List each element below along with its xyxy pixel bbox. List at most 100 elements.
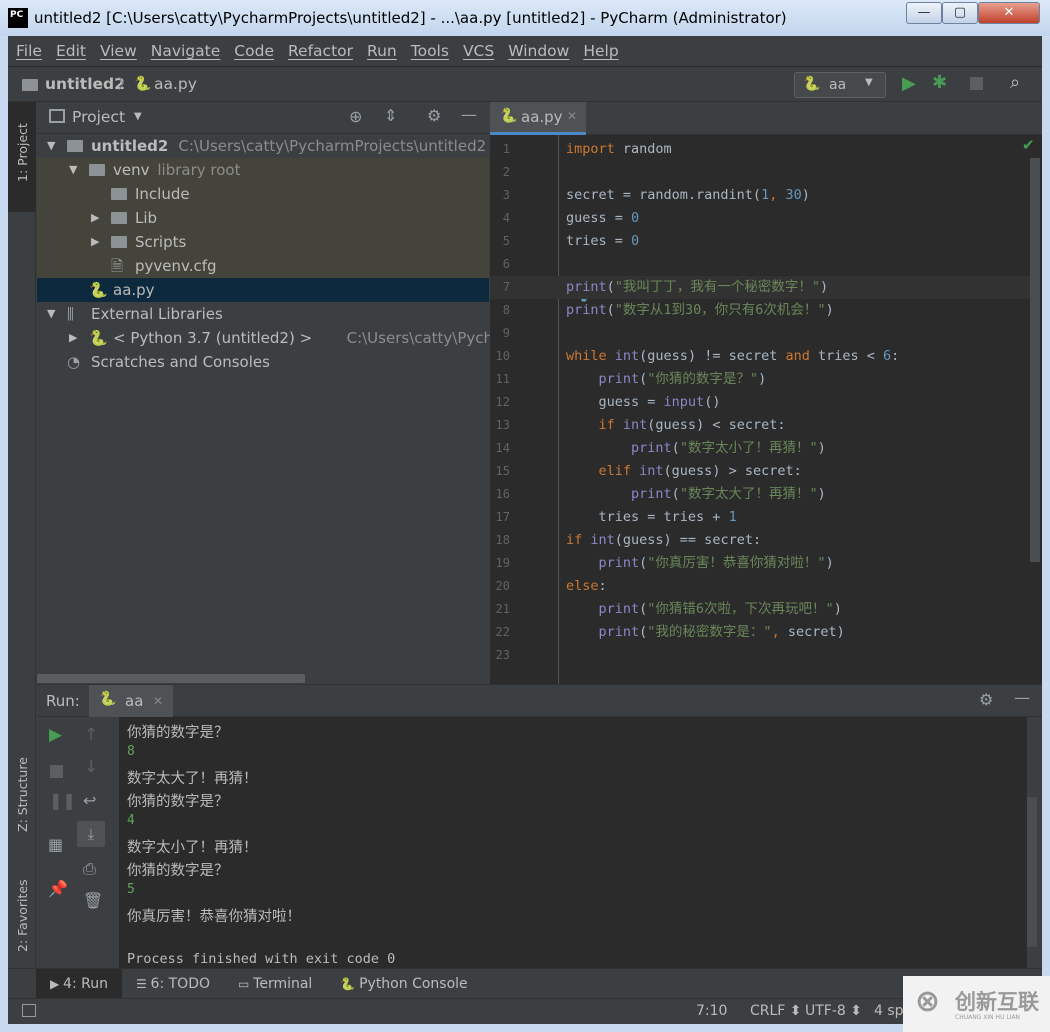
tab-aa-py[interactable]: 🐍 aa.py ✕ <box>490 102 586 135</box>
run-tab-aa[interactable]: 🐍 aa ✕ <box>89 685 173 717</box>
scroll-to-end-icon[interactable]: ⤓ <box>77 821 105 847</box>
minimize-button[interactable]: — <box>906 2 942 24</box>
breadcrumb-project[interactable]: untitled2 <box>45 75 125 93</box>
tree-item[interactable]: 🐍 aa.py <box>37 278 489 302</box>
menu-item-view[interactable]: View <box>100 42 137 60</box>
stop-icon[interactable] <box>970 77 983 90</box>
code-token-plain: ) <box>817 486 826 502</box>
breadcrumb-file[interactable]: aa.py <box>154 75 197 93</box>
structure-tab-label: Z: Structure <box>15 757 30 832</box>
tree-item[interactable]: ▶ Lib <box>37 206 489 230</box>
menu-item-refactor[interactable]: Refactor <box>288 42 353 60</box>
stop-icon[interactable] <box>50 765 63 778</box>
line-number: 23 <box>495 648 510 662</box>
expand-arrow-icon[interactable]: ▶ <box>69 326 77 350</box>
maximize-button[interactable]: ▢ <box>942 2 978 24</box>
gear-icon[interactable]: ⚙ <box>427 106 441 125</box>
close-button[interactable]: ✕ <box>978 2 1040 24</box>
python-file-icon: 🐍 <box>500 108 518 124</box>
layout-icon[interactable]: ▦ <box>48 835 63 854</box>
bottom-tab-run[interactable]: ▶ 4: Run <box>36 968 122 999</box>
console-output[interactable]: 你猜的数字是？ 8 数字太大了！再猜！ 你猜的数字是？ 4 数字太小了！再猜！ 你猜的数字是… <box>119 717 1027 969</box>
locate-target-icon[interactable]: ⊕ <box>349 107 362 126</box>
soft-wrap-icon[interactable]: ↩ <box>83 791 96 810</box>
tree-item[interactable]: Include <box>37 182 489 206</box>
code-token-str: "你猜的数字是？" <box>647 371 759 387</box>
rerun-icon[interactable]: ▶ <box>49 725 62 745</box>
menu-item-code[interactable]: Code <box>234 42 274 60</box>
horizontal-scrollbar[interactable] <box>37 674 305 683</box>
tab-label: aa.py <box>521 108 563 126</box>
hide-panel-icon[interactable]: — <box>1014 688 1030 707</box>
print-icon[interactable]: ⎙ <box>83 859 96 879</box>
menu-item-navigate[interactable]: Navigate <box>151 42 221 60</box>
bottom-tab-label: 4: Run <box>63 975 108 992</box>
menu-item-edit[interactable]: Edit <box>56 42 86 60</box>
close-tab-icon[interactable]: ✕ <box>153 694 163 708</box>
tree-item[interactable]: ◔ Scratches and Consoles <box>37 350 489 374</box>
code-token-kw: , <box>771 624 788 640</box>
menu-item-file[interactable]: File <box>16 42 42 60</box>
menu-item-tools[interactable]: Tools <box>411 42 449 60</box>
project-tab-label: 1: Project <box>15 123 30 182</box>
line-number: 14 <box>495 441 510 455</box>
scroll-down-icon[interactable]: ↓ <box>84 757 98 777</box>
bottom-tab-label: Terminal <box>253 975 313 992</box>
search-icon[interactable]: ⌕ <box>1010 72 1020 93</box>
menu-item-window[interactable]: Window <box>508 42 569 60</box>
expand-arrow-icon[interactable]: ▼ <box>47 134 55 158</box>
bottom-tab-pythonconsole[interactable]: 🐍 Python Console <box>326 969 481 999</box>
run-icon[interactable]: ▶ <box>902 73 916 94</box>
favorites-tool-tab[interactable]: 2: Favorites <box>8 862 36 962</box>
code-token-plain: tries < <box>809 348 884 364</box>
debug-bug-icon[interactable]: ✱ <box>932 72 947 93</box>
expand-arrow-icon[interactable]: ▼ <box>69 158 77 182</box>
tree-item[interactable]: ▼ untitled2 C:\Users\catty\PycharmProjects… <box>37 134 489 158</box>
close-tab-icon[interactable]: ✕ <box>567 109 577 123</box>
menu-item-run[interactable]: Run <box>367 42 397 60</box>
line-number: 10 <box>495 349 510 363</box>
tree-item[interactable]: ▼ ⫼ External Libraries <box>37 302 489 326</box>
pin-icon[interactable]: 📌 <box>48 879 68 898</box>
pause-icon[interactable]: ❚❚ <box>49 791 76 810</box>
tree-item-label: Include <box>135 185 190 203</box>
console-scrollbar[interactable] <box>1027 797 1037 947</box>
line-number: 20 <box>495 579 510 593</box>
tree-item[interactable]: 🗎 pyvenv.cfg <box>37 254 489 278</box>
editor-scrollbar[interactable] <box>1030 158 1040 562</box>
bottom-tab-todo[interactable]: ☰ 6: TODO <box>122 969 224 999</box>
bottom-tab-terminal[interactable]: ▭ Terminal <box>224 969 326 999</box>
hide-panel-icon[interactable]: — <box>461 105 477 124</box>
tree-item[interactable]: ▶ 🐍 < Python 3.7 (untitled2) > C:\Users\cat… <box>37 326 538 350</box>
project-view-select[interactable]: Project <box>72 108 125 126</box>
gear-icon[interactable]: ⚙ <box>979 690 993 709</box>
caret-position[interactable]: 7:10 <box>696 1003 727 1019</box>
chevron-down-icon[interactable]: ▼ <box>134 111 142 122</box>
structure-tool-tab[interactable]: Z: Structure <box>8 742 36 842</box>
run-config-label: aa <box>829 77 847 93</box>
tree-item[interactable]: ▼ venv library root <box>37 158 489 182</box>
run-config-select[interactable]: 🐍 aa ▼ <box>794 72 886 98</box>
scroll-up-icon[interactable]: ↑ <box>84 725 98 745</box>
collapse-all-icon[interactable]: ⇕ <box>384 106 397 125</box>
project-tool-tab[interactable]: 1: Project <box>8 102 36 212</box>
file-encoding[interactable]: UTF-8 ⬍ <box>805 1003 862 1019</box>
menu-item-vcs[interactable]: VCS <box>463 42 494 60</box>
expand-arrow-icon[interactable]: ▶ <box>91 206 99 230</box>
trash-icon[interactable]: 🗑 <box>83 891 103 910</box>
breadcrumb-separator: 〉 <box>118 77 132 93</box>
toggle-tool-windows-icon[interactable] <box>22 1004 36 1017</box>
expand-arrow-icon[interactable]: ▼ <box>47 302 55 326</box>
tree-item[interactable]: ▶ Scripts <box>37 230 489 254</box>
line-separator[interactable]: CRLF ⬍ <box>750 1003 802 1019</box>
console-output-line: 数字太小了！再猜！ <box>127 840 258 856</box>
code-line: 16 print("数字太大了！再猜！") <box>490 483 1030 506</box>
expand-arrow-icon[interactable]: ▶ <box>91 230 99 254</box>
code-area[interactable]: 1 import random 2 3 secret = random.randint(… <box>490 138 1030 684</box>
code-token-bi: print <box>598 601 640 617</box>
menu-item-help[interactable]: Help <box>583 42 618 60</box>
indent-setting[interactable]: 4 sp <box>874 1003 904 1019</box>
code-token-plain: ( <box>606 302 615 318</box>
